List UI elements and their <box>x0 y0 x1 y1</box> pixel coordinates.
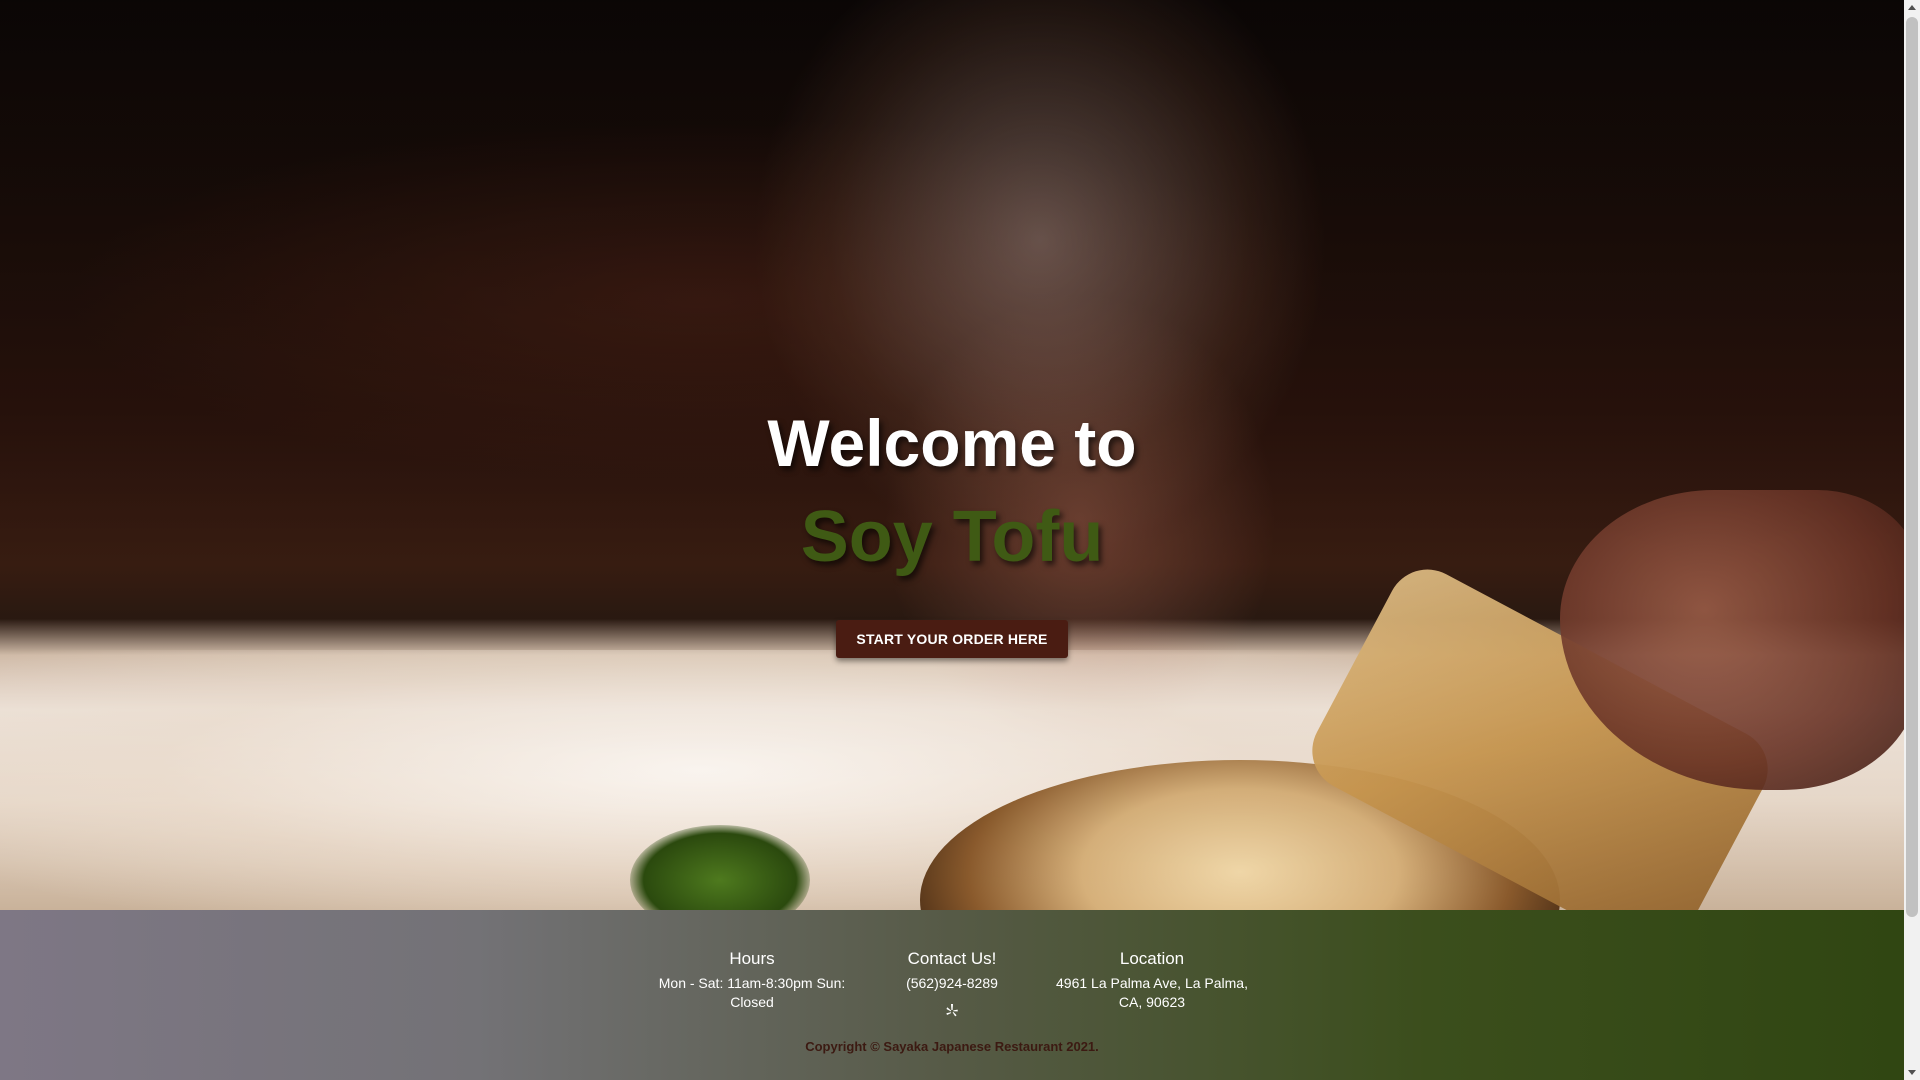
location-heading: Location <box>1119 949 1185 968</box>
welcome-heading: Welcome to <box>767 406 1137 480</box>
scroll-down-arrow-icon[interactable] <box>1908 1070 1916 1075</box>
page: Welcome to Soy Tofu START YOUR ORDER HER… <box>0 0 1920 1080</box>
location-address[interactable]: 4961 La Palma Ave, La Palma, CA, 90623 <box>1052 974 1252 1012</box>
footer-hours: Hours Mon - Sat: 11am-8:30pm Sun: Closed <box>652 948 852 1024</box>
hero-section: Welcome to Soy Tofu START YOUR ORDER HER… <box>0 0 1904 910</box>
footer-location: Location 4961 La Palma Ave, La Palma, CA… <box>1052 948 1252 1024</box>
copyright-text: Copyright © Sayaka Japanese Restaurant 2… <box>805 1039 1099 1054</box>
hours-text: Mon - Sat: 11am-8:30pm Sun: Closed <box>658 975 846 1010</box>
hours-heading: Hours <box>729 949 775 968</box>
footer: Hours Mon - Sat: 11am-8:30pm Sun: Closed… <box>0 910 1904 1080</box>
vertical-scrollbar[interactable] <box>1904 0 1920 1080</box>
contact-phone[interactable]: (562)924-8289 <box>852 974 1052 993</box>
contact-heading: Contact Us! <box>907 949 997 968</box>
footer-columns: Hours Mon - Sat: 11am-8:30pm Sun: Closed… <box>0 948 1904 1024</box>
start-order-button[interactable]: START YOUR ORDER HERE <box>836 620 1068 658</box>
footer-contact: Contact Us! (562)924-8289 <box>852 948 1052 1024</box>
scroll-up-arrow-icon[interactable] <box>1908 5 1916 10</box>
yelp-icon[interactable] <box>944 1003 960 1019</box>
hero-content: Welcome to Soy Tofu START YOUR ORDER HER… <box>0 400 1904 658</box>
scroll-thumb[interactable] <box>1906 17 1918 917</box>
brand-name: Soy Tofu <box>800 497 1104 577</box>
